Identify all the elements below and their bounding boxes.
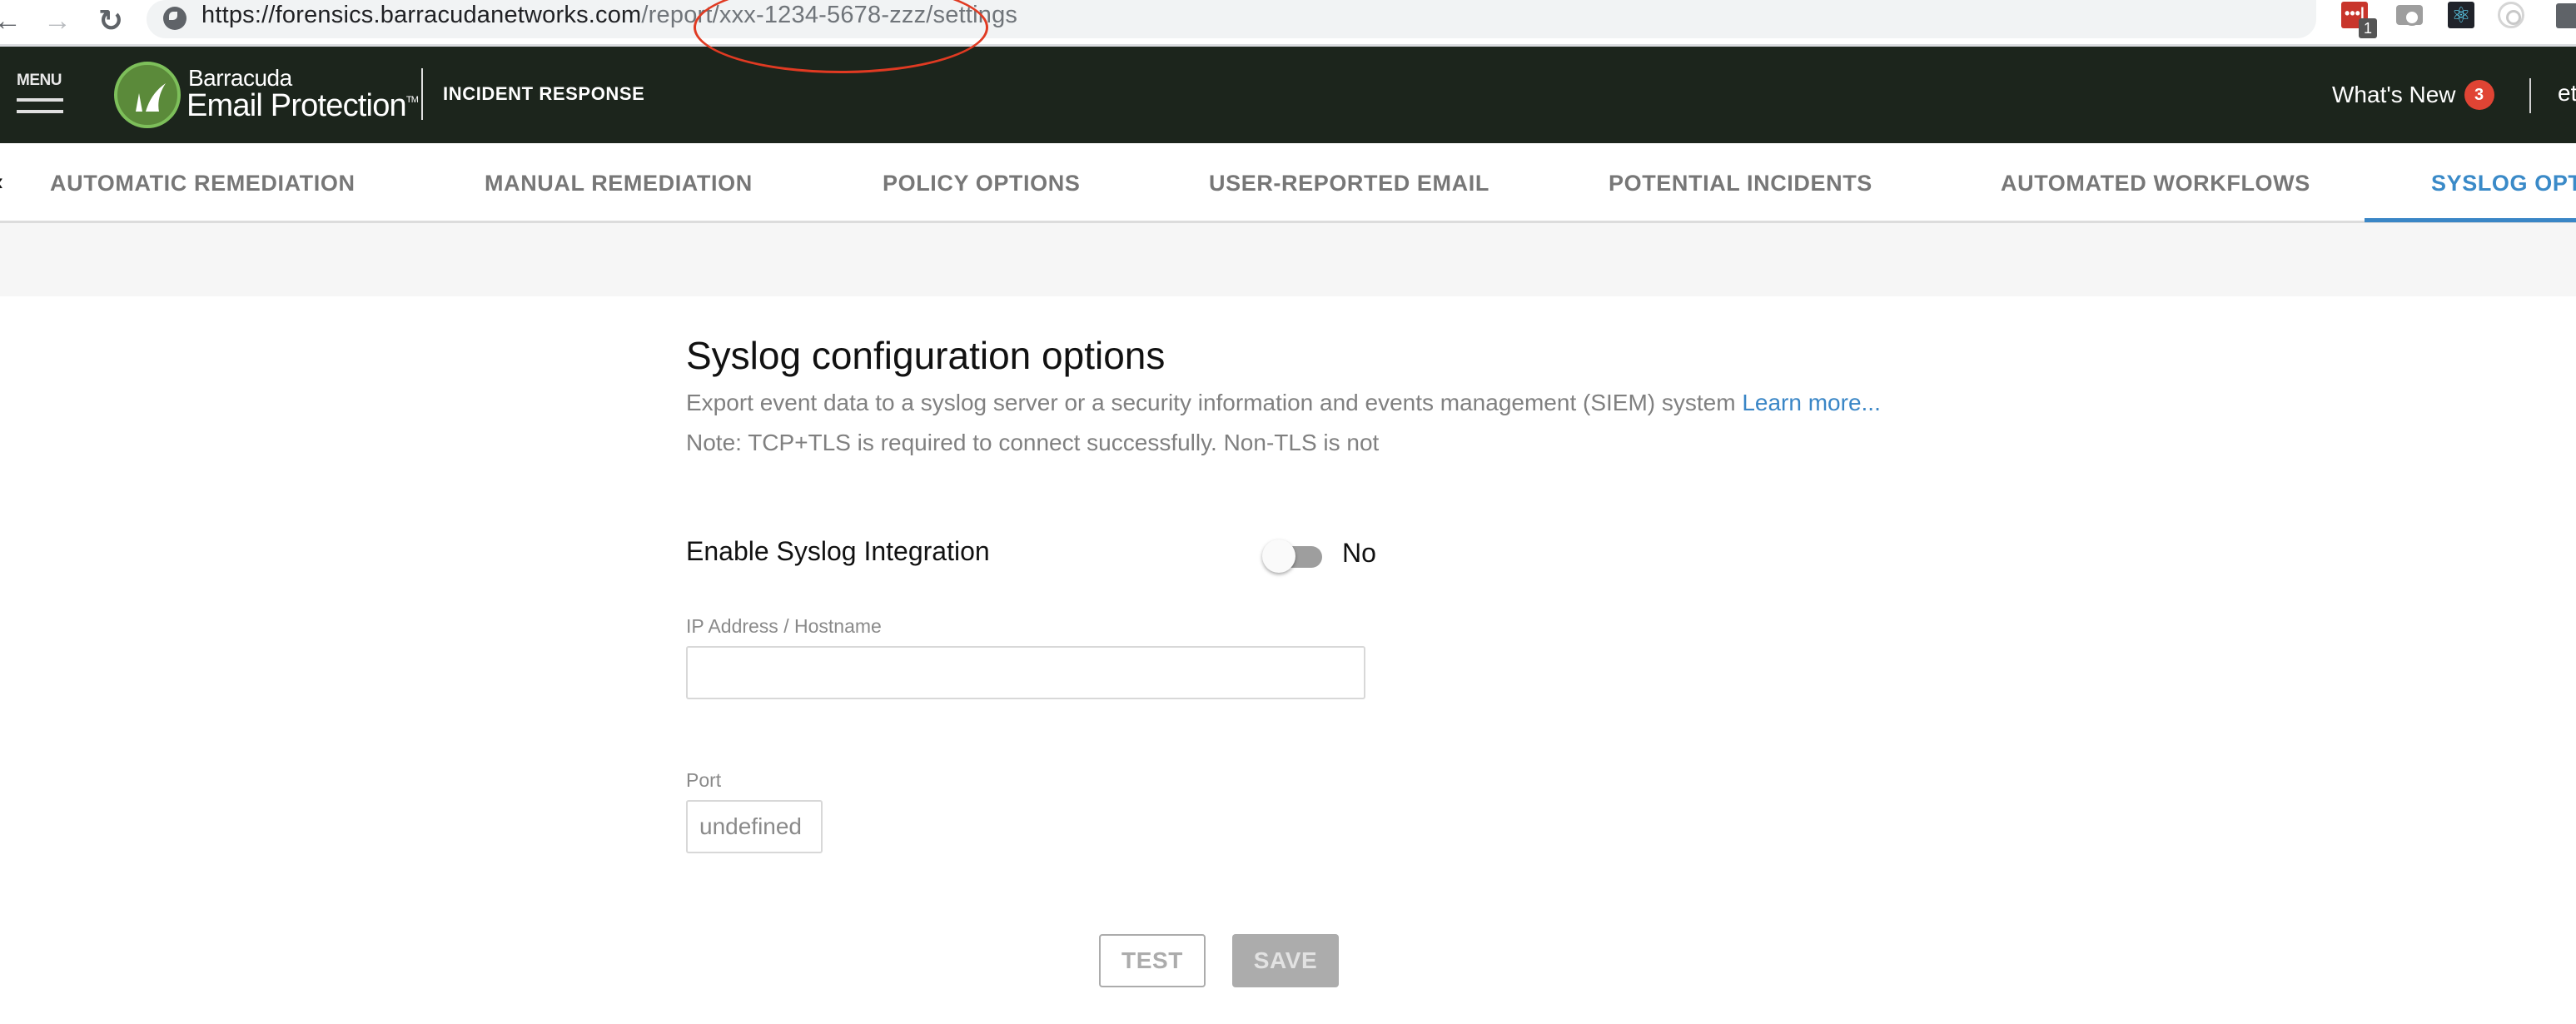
- enable-syslog-label: Enable Syslog Integration: [686, 536, 990, 566]
- hamburger-icon-line: [17, 110, 63, 113]
- save-button[interactable]: SAVE: [1232, 934, 1339, 987]
- hamburger-icon: [17, 98, 63, 102]
- address-bar[interactable]: https://forensics.barracudanetworks.com/…: [147, 0, 2316, 38]
- menu-button[interactable]: MENU: [15, 72, 65, 118]
- camera-extension-icon[interactable]: [2396, 5, 2423, 26]
- header-divider: [2529, 78, 2531, 113]
- toggle-state-text: No: [1342, 538, 1376, 568]
- brand-divider: [421, 68, 423, 120]
- tab-automated-workflows[interactable]: AUTOMATED WORKFLOWS: [2001, 143, 2310, 223]
- description-text: Export event data to a syslog server or …: [686, 390, 1743, 415]
- tab-potential-incidents[interactable]: POTENTIAL INCIDENTS: [1609, 143, 1872, 223]
- target-extension-icon[interactable]: [2498, 2, 2524, 28]
- barracuda-logo-icon: [114, 62, 181, 128]
- extensions-puzzle-icon[interactable]: [2556, 3, 2576, 28]
- port-input[interactable]: [686, 800, 823, 853]
- forward-arrow-icon[interactable]: →: [40, 3, 75, 38]
- tab-manual-remediation[interactable]: MANUAL REMEDIATION: [485, 143, 753, 223]
- toggle-thumb: [1262, 539, 1295, 573]
- user-menu[interactable]: et: [2558, 80, 2576, 107]
- ip-address-input[interactable]: [686, 646, 1365, 699]
- extension-badge: 1: [2359, 18, 2377, 38]
- browser-toolbar: ← → ↻ https://forensics.barracudanetwork…: [0, 0, 2576, 47]
- globe-icon: [163, 7, 186, 30]
- enable-syslog-toggle[interactable]: [1262, 539, 1325, 573]
- page-title: Syslog configuration options: [686, 334, 1166, 377]
- brand-product-name: Email Protection: [186, 88, 407, 123]
- settings-tabs: ‹ AUTOMATIC REMEDIATION MANUAL REMEDIATI…: [0, 143, 2576, 223]
- react-devtools-icon[interactable]: ⚛: [2448, 2, 2474, 28]
- whats-new-label: What's New: [2332, 82, 2456, 107]
- trademark: TM: [405, 95, 419, 105]
- reload-icon[interactable]: ↻: [93, 3, 128, 38]
- product-name: INCIDENT RESPONSE: [443, 83, 645, 104]
- ip-address-label: IP Address / Hostname: [686, 615, 882, 637]
- scroll-left-chevron-icon[interactable]: ‹: [0, 168, 3, 196]
- test-button[interactable]: TEST: [1099, 934, 1206, 987]
- notification-badge: 3: [2464, 80, 2494, 110]
- tab-automatic-remediation[interactable]: AUTOMATIC REMEDIATION: [50, 143, 356, 223]
- brand-product: Email ProtectionTM: [186, 88, 419, 124]
- menu-label: MENU: [17, 72, 62, 89]
- tls-note: Note: TCP+TLS is required to connect suc…: [686, 430, 1380, 455]
- tab-user-reported-email[interactable]: USER-REPORTED EMAIL: [1209, 143, 1489, 223]
- url-text[interactable]: https://forensics.barracudanetworks.com/…: [201, 2, 1017, 29]
- back-arrow-icon[interactable]: ←: [0, 3, 25, 38]
- url-path: /report/xxx-1234-5678-zzz/settings: [641, 2, 1018, 28]
- tab-syslog-options[interactable]: SYSLOG OPT: [2431, 143, 2576, 223]
- url-host: https://forensics.barracudanetworks.com: [201, 2, 642, 28]
- learn-more-link[interactable]: Learn more...: [1742, 390, 1881, 415]
- app-header: MENU Barracuda Email ProtectionTM INCIDE…: [0, 47, 2576, 143]
- whats-new-button[interactable]: What's New 3: [2332, 80, 2494, 110]
- active-tab-indicator: [2365, 218, 2576, 222]
- tab-policy-options[interactable]: POLICY OPTIONS: [883, 143, 1080, 223]
- page-banner: [0, 223, 2576, 296]
- page-description: Export event data to a syslog server or …: [686, 390, 1881, 416]
- port-label: Port: [686, 769, 722, 791]
